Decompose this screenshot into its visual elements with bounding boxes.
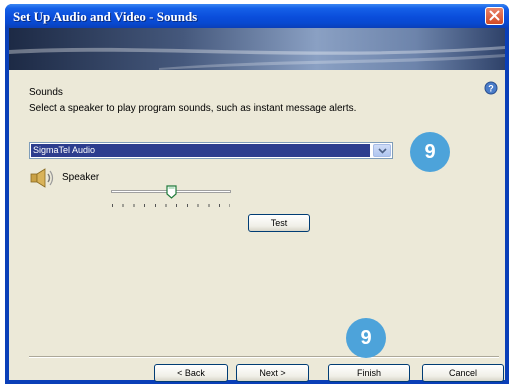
finish-button[interactable]: Finish	[328, 364, 410, 382]
chevron-down-icon	[378, 148, 387, 154]
instruction-text: Select a speaker to play program sounds,…	[29, 103, 357, 114]
volume-slider-ticks	[112, 204, 230, 207]
cancel-button[interactable]: Cancel	[422, 364, 504, 382]
volume-slider-thumb[interactable]	[165, 185, 177, 199]
footer-divider	[29, 356, 499, 358]
section-title: Sounds	[29, 87, 63, 98]
close-icon	[489, 10, 500, 21]
next-button[interactable]: Next >	[236, 364, 309, 382]
callout-badge-9-top: 9	[410, 132, 450, 172]
dropdown-button[interactable]	[373, 144, 391, 157]
header-banner	[9, 28, 505, 70]
dialog-body: ? Sounds Select a speaker to play progra…	[9, 28, 505, 382]
window-title: Set Up Audio and Video - Sounds	[13, 9, 198, 24]
back-button[interactable]: < Back	[154, 364, 228, 382]
speaker-icon	[30, 168, 54, 188]
speaker-label: Speaker	[62, 172, 100, 183]
dialog-window: Set Up Audio and Video - Sounds ? Sounds…	[5, 4, 509, 384]
svg-text:?: ?	[488, 84, 494, 94]
speaker-select-value: SigmaTel Audio	[31, 144, 370, 157]
test-button[interactable]: Test	[248, 214, 310, 232]
help-icon[interactable]: ?	[484, 81, 498, 95]
title-bar[interactable]: Set Up Audio and Video - Sounds	[5, 4, 509, 28]
close-button[interactable]	[485, 7, 504, 25]
speaker-select[interactable]: SigmaTel Audio	[29, 142, 393, 159]
callout-badge-9-bottom: 9	[346, 318, 386, 358]
